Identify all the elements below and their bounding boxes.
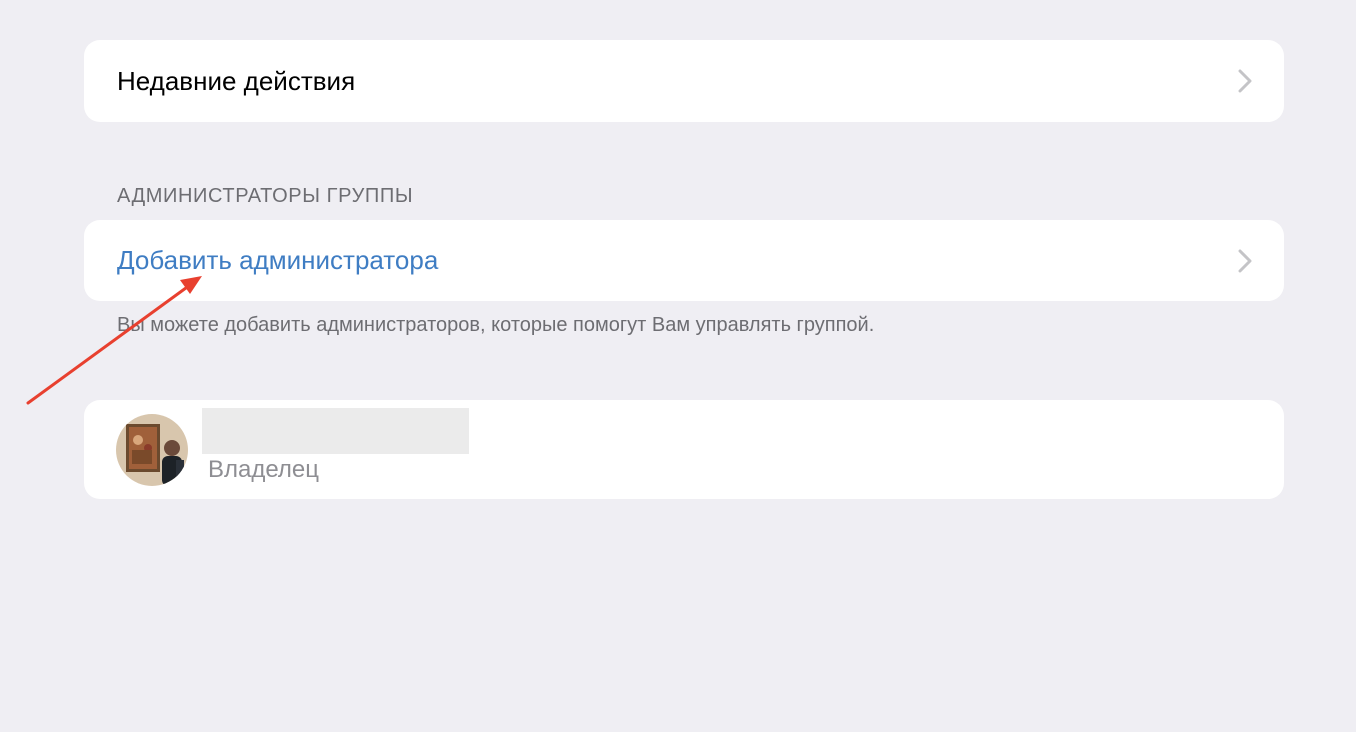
admins-footer-note: Вы можете добавить администраторов, кото… [117, 314, 875, 336]
avatar [116, 414, 188, 486]
admin-list-item[interactable]: Владелец [84, 400, 1284, 499]
admins-section-header: АДМИНИСТРАТОРЫ ГРУППЫ [117, 185, 414, 207]
admin-role: Владелец [208, 456, 320, 483]
add-admin-button[interactable]: Добавить администратора [84, 220, 1284, 301]
admin-name [202, 408, 469, 454]
recent-actions-row[interactable]: Недавние действия [84, 40, 1284, 122]
add-admin-label: Добавить администратора [117, 245, 439, 275]
chevron-right-icon [1238, 69, 1252, 93]
recent-actions-label: Недавние действия [117, 65, 356, 96]
chevron-right-icon [1238, 249, 1252, 273]
